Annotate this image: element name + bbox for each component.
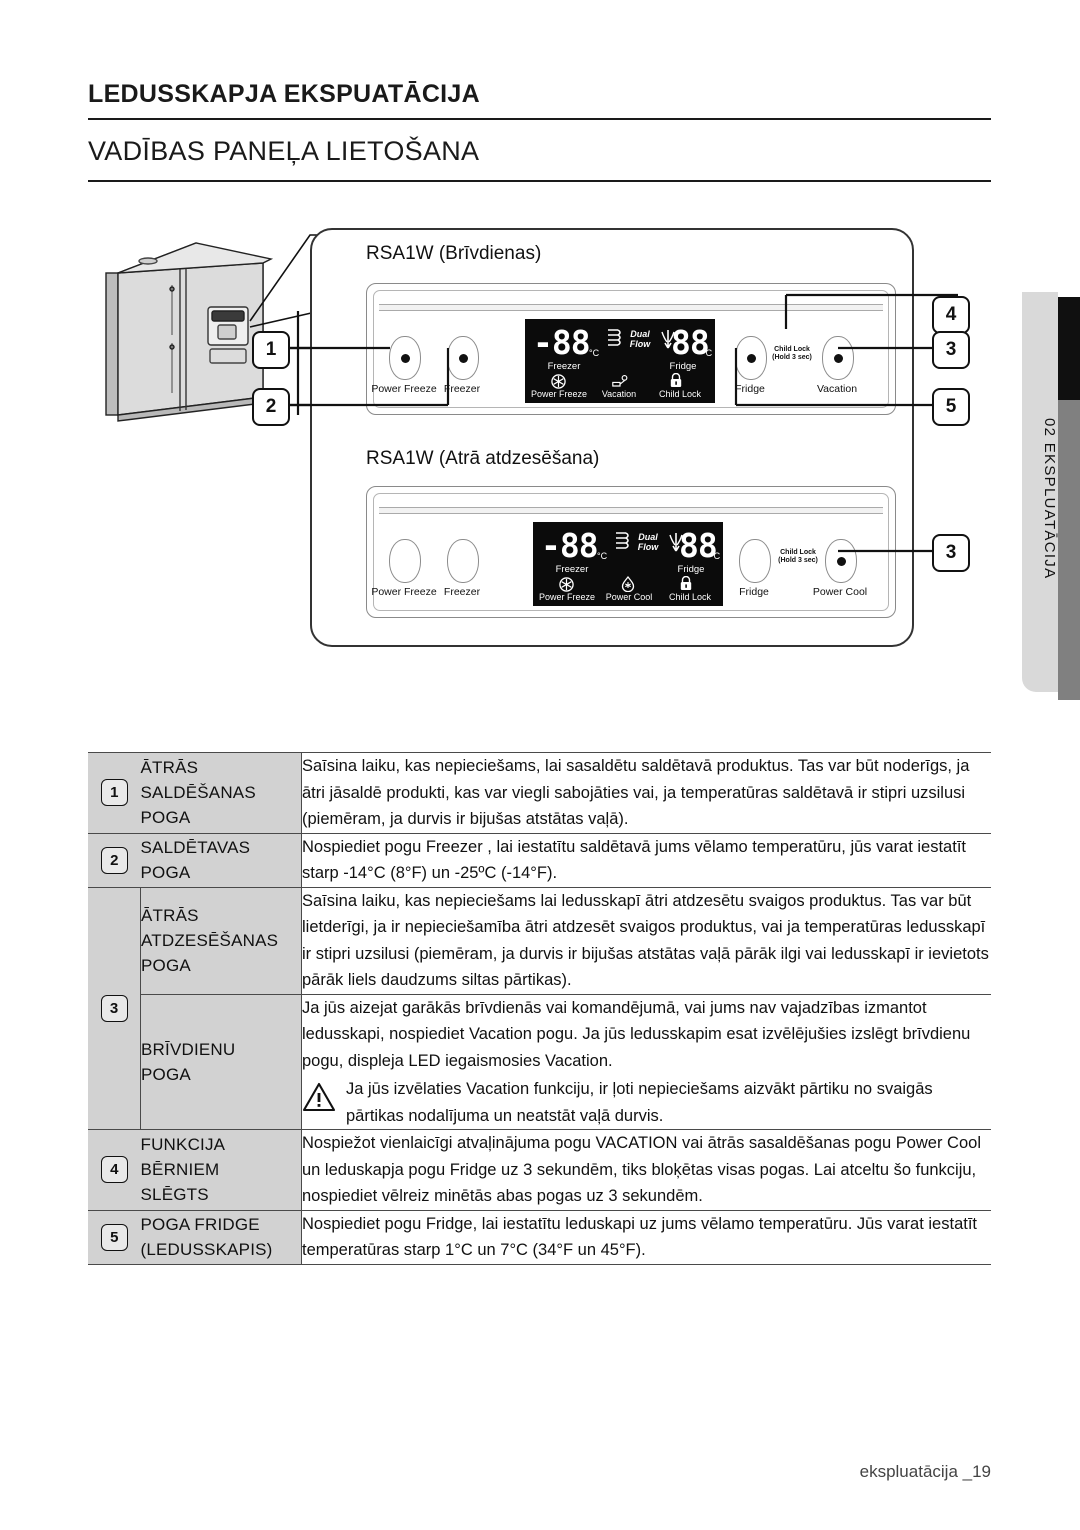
panel-1-caption: RSA1W (Brīvdienas) xyxy=(366,243,542,264)
table-row: 1 ĀTRĀS SALDĒŠANAS POGA Saīsina laiku, kas… xyxy=(88,752,991,834)
row-4-badge: 4 xyxy=(100,1156,128,1184)
row-3-badge: 3 xyxy=(100,994,128,1022)
row-3-number-cell: 3 xyxy=(88,886,141,1130)
panel-2-caption: RSA1W (Atrā atdzesēšana) xyxy=(366,448,600,469)
row-3b-desc-text: Ja jūs aizejat garākās brīvdienās vai ko… xyxy=(302,998,971,1070)
row-2-name: SALDĒTAVAS POGA xyxy=(140,832,302,888)
panel-2-power-freeze-button[interactable] xyxy=(389,539,421,583)
callout-5: 5 xyxy=(932,388,970,426)
row-3b-description: Ja jūs aizejat garākās brīvdienās vai ko… xyxy=(301,993,991,1130)
row-5-number-cell: 5 xyxy=(88,1209,141,1265)
row-1-number-cell: 1 xyxy=(88,752,141,834)
callout-3-top: 3 xyxy=(932,331,970,369)
row-5-badge: 5 xyxy=(100,1223,128,1251)
panel-2-indicator-1-label: Power Cool xyxy=(605,592,653,602)
row-1-name: ĀTRĀS SALDĒŠANAS POGA xyxy=(140,752,302,834)
warning-text: Ja jūs izvēlaties Vacation funkciju, ir … xyxy=(346,1080,933,1125)
panel-2-indicator-0-label: Power Freeze xyxy=(538,592,596,602)
row-2-number-cell: 2 xyxy=(88,832,141,888)
panel-2-display: -88 °C Freezer Dual Flow 88 °C Fridge Po… xyxy=(533,522,723,606)
row-2-badge: 2 xyxy=(100,846,128,874)
manual-page: LEDUSSKAPJA EKSPUATĀCIJA VADĪBAS PANEĻA … xyxy=(0,0,1080,1530)
panel-2-freezer-unit: °C xyxy=(597,551,608,561)
button-description-table: 1 ĀTRĀS SALDĒŠANAS POGA Saīsina laiku, kas… xyxy=(88,752,991,1265)
row-5-name: POGA FRIDGE (LEDUSSKAPIS) xyxy=(140,1209,302,1265)
row-3a-description: Saīsina laiku, kas nepieciešams lai ledu… xyxy=(301,886,991,995)
panel-2-childlock-hint-2: (Hold 3 sec) xyxy=(778,557,818,564)
row-3a-name: ĀTRĀS ATDZESĒŠANAS POGA xyxy=(140,886,302,995)
warning-triangle-icon xyxy=(302,1082,336,1112)
table-row: 3 ĀTRĀS ATDZESĒŠANAS POGA Saīsina laiku, k… xyxy=(88,886,991,1130)
table-row: BRĪVDIENU POGA Ja jūs aizejat garākās brī… xyxy=(88,993,991,1130)
panel-2-fridge-unit: °C xyxy=(710,551,721,561)
callout-2: 2 xyxy=(252,388,290,426)
droplet-icon xyxy=(621,576,635,592)
control-panel-2: Power Freeze Freezer -88 °C Freezer Dual… xyxy=(366,486,896,618)
airflow-coil-icon xyxy=(616,532,629,549)
row-1-badge: 1 xyxy=(100,779,128,807)
table-row: 2 SALDĒTAVAS POGA Nospiediet pogu Freezer… xyxy=(88,832,991,888)
lock-icon xyxy=(680,576,692,590)
page-title: LEDUSSKAPJA EKSPUATĀCIJA xyxy=(88,80,480,108)
panel-2-fridge-caption: Fridge xyxy=(677,564,705,575)
chapter-tab-label: 02 EKSPLUATĀCIJA xyxy=(1041,418,1058,580)
chapter-tab-marker-gray xyxy=(1058,400,1080,700)
title-divider xyxy=(88,118,991,120)
row-2-description: Nospiediet pogu Freezer , lai iestatītu … xyxy=(301,832,991,888)
callout-1: 1 xyxy=(252,331,290,369)
panel-2-top-strip xyxy=(379,507,883,514)
panel-2-childlock-hint-1: Child Lock xyxy=(780,549,816,556)
table-row: 5 POGA FRIDGE (LEDUSSKAPIS) Nospiediet po… xyxy=(88,1209,991,1265)
subtitle-divider xyxy=(88,180,991,182)
callout-4: 4 xyxy=(932,296,970,334)
panel-2-freezer-button[interactable] xyxy=(447,539,479,583)
page-subtitle: VADĪBAS PANEĻA LIETOŠANA xyxy=(88,136,480,166)
chapter-tab-marker-black xyxy=(1058,297,1080,400)
panel-2-freezer-value: -88 xyxy=(541,526,599,565)
refrigerator-illustration xyxy=(105,242,274,422)
row-4-number-cell: 4 xyxy=(88,1129,141,1211)
snowflake-icon xyxy=(559,577,574,592)
panel-2-indicator-2-label: Child Lock xyxy=(668,592,712,602)
panel-2-dualflow-line1: Dual xyxy=(638,532,658,542)
callout-3-bottom: 3 xyxy=(932,534,970,572)
page-footer: ekspluatācija _19 xyxy=(859,1462,991,1481)
row-4-description: Nospiežot vienlaicīgi atvaļinājuma pogu … xyxy=(301,1129,991,1211)
row-5-description: Nospiediet pogu Fridge, lai iestatītu le… xyxy=(301,1209,991,1265)
row-4-name: FUNKCIJA BĒRNIEM SLĒGTS xyxy=(140,1129,302,1211)
warning-block: Ja jūs izvēlaties Vacation funkciju, ir … xyxy=(302,1076,991,1129)
panel-1-leaders xyxy=(286,293,958,407)
panel-2-fridge-label: Fridge xyxy=(739,586,769,598)
panel-2-freezer-caption: Freezer xyxy=(555,564,589,575)
panel-2-dualflow-line2: Flow xyxy=(637,542,659,552)
table-row: 4 FUNKCIJA BĒRNIEM SLĒGTS Nospiežot vienla… xyxy=(88,1129,991,1211)
panel-2-fridge-button[interactable] xyxy=(739,539,771,583)
row-3b-name: BRĪVDIENU POGA xyxy=(140,993,302,1130)
panel-2-freezer-label: Freezer xyxy=(443,586,481,598)
row-1-description: Saīsina laiku, kas nepieciešams, lai sas… xyxy=(301,752,991,834)
